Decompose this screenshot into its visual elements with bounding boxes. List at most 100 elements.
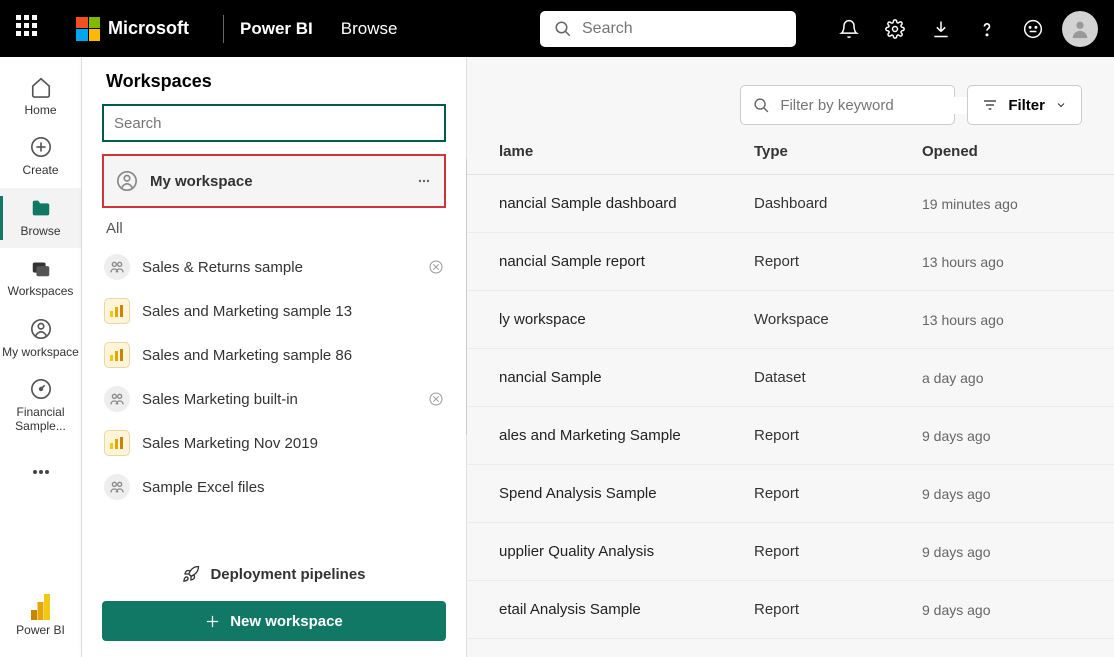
divider (223, 15, 224, 43)
cell-name: Spend Analysis Sample (499, 485, 754, 502)
notifications-icon[interactable] (826, 6, 872, 52)
workspace-my-workspace[interactable]: My workspace (102, 154, 446, 208)
grid-body: nancial Sample dashboardDashboard19 minu… (467, 175, 1114, 639)
top-header: Microsoft Power BI Browse (0, 0, 1114, 57)
col-name-header[interactable]: lame (499, 143, 754, 160)
folder-icon (29, 196, 53, 220)
new-workspace-button[interactable]: New workspace (102, 601, 446, 641)
filter-icon (982, 97, 998, 113)
workspace-item[interactable]: Sales & Returns sample (94, 245, 454, 289)
nav-power-bi[interactable]: Power BI (0, 587, 81, 647)
gauge-icon (29, 377, 53, 401)
cell-opened: 9 days ago (922, 428, 1082, 444)
filter-keyword-input[interactable] (740, 85, 955, 125)
workspace-list: Sales & Returns sample Sales and Marketin… (82, 245, 466, 551)
workspace-all-label: All (82, 220, 466, 245)
table-row[interactable]: nancial Sample reportReport13 hours ago (467, 233, 1114, 291)
cell-opened: 19 minutes ago (922, 196, 1082, 212)
workspace-item-label: Sample Excel files (142, 479, 265, 496)
app-icon (104, 342, 130, 368)
more-icon (29, 460, 53, 484)
workspace-item-label: Sales Marketing built-in (142, 391, 298, 408)
microsoft-logo: Microsoft (76, 17, 189, 41)
cell-name: nancial Sample (499, 369, 754, 386)
cell-opened: a day ago (922, 370, 1082, 386)
table-row[interactable]: etail Analysis SampleReport9 days ago (467, 581, 1114, 639)
cell-type: Report (754, 601, 922, 618)
table-row[interactable]: ales and Marketing SampleReport9 days ag… (467, 407, 1114, 465)
cell-name: etail Analysis Sample (499, 601, 754, 618)
workspaces-panel: Workspaces My workspace All Sales & Retu… (82, 57, 467, 657)
workspace-item-label: Sales and Marketing sample 13 (142, 303, 352, 320)
cell-opened: 9 days ago (922, 486, 1082, 502)
content-toolbar: Filter (467, 85, 1114, 143)
cell-opened: 9 days ago (922, 544, 1082, 560)
filter-button[interactable]: Filter (967, 85, 1082, 125)
workspace-search[interactable] (102, 104, 446, 142)
content-area: Filter lame Type Opened nancial Sample d… (467, 57, 1114, 657)
workspace-item-label: Sales & Returns sample (142, 259, 303, 276)
col-type-header[interactable]: Type (754, 143, 922, 160)
cell-name: ales and Marketing Sample (499, 427, 754, 444)
nav-my-workspace[interactable]: My workspace (0, 309, 81, 369)
org-name: Microsoft (108, 18, 189, 39)
table-row[interactable]: ly workspaceWorkspace13 hours ago (467, 291, 1114, 349)
app-launcher-icon[interactable] (16, 15, 44, 43)
nav-create[interactable]: Create (0, 127, 81, 187)
nav-home[interactable]: Home (0, 67, 81, 127)
plus-icon (205, 614, 220, 629)
nav-browse[interactable]: Browse (0, 188, 81, 248)
table-row[interactable]: nancial Sample dashboardDashboard19 minu… (467, 175, 1114, 233)
rocket-icon (182, 565, 200, 583)
search-icon (554, 20, 572, 38)
cell-type: Report (754, 253, 922, 270)
microsoft-icon (76, 17, 100, 41)
cell-name: nancial Sample report (499, 253, 754, 270)
premium-icon (428, 259, 444, 275)
table-row[interactable]: nancial SampleDataseta day ago (467, 349, 1114, 407)
workspace-item-label: Sales Marketing Nov 2019 (142, 435, 318, 452)
download-icon[interactable] (918, 6, 964, 52)
table-row[interactable]: upplier Quality AnalysisReport9 days ago (467, 523, 1114, 581)
app-icon (104, 298, 130, 324)
breadcrumb: Browse (341, 19, 398, 39)
person-circle-icon (29, 317, 53, 341)
workspace-search-input[interactable] (114, 115, 434, 132)
nav-financial-sample[interactable]: Financial Sample... (0, 369, 81, 444)
cell-opened: 9 days ago (922, 602, 1082, 618)
nav-workspaces[interactable]: Workspaces (0, 248, 81, 308)
more-icon[interactable] (416, 179, 432, 183)
global-search[interactable] (540, 11, 796, 47)
workspaces-title: Workspaces (82, 71, 466, 104)
feedback-icon[interactable] (1010, 6, 1056, 52)
power-bi-icon (29, 595, 53, 619)
people-icon (104, 474, 130, 500)
settings-icon[interactable] (872, 6, 918, 52)
search-icon (753, 97, 770, 114)
grid-header: lame Type Opened (467, 143, 1114, 175)
cell-opened: 13 hours ago (922, 312, 1082, 328)
cell-opened: 13 hours ago (922, 254, 1082, 270)
cell-type: Dataset (754, 369, 922, 386)
cell-name: ly workspace (499, 311, 754, 328)
workspace-item[interactable]: Sales Marketing built-in (94, 377, 454, 421)
deployment-pipelines-link[interactable]: Deployment pipelines (82, 551, 466, 601)
home-icon (29, 75, 53, 99)
workspace-item[interactable]: Sales and Marketing sample 13 (94, 289, 454, 333)
help-icon[interactable] (964, 6, 1010, 52)
plus-circle-icon (29, 135, 53, 159)
product-name: Power BI (240, 19, 313, 39)
nav-more[interactable] (0, 444, 81, 504)
table-row[interactable]: Spend Analysis SampleReport9 days ago (467, 465, 1114, 523)
workspace-item[interactable]: Sample Excel files (94, 465, 454, 509)
workspace-item[interactable]: Sales Marketing Nov 2019 (94, 421, 454, 465)
cell-type: Report (754, 427, 922, 444)
workspace-item[interactable]: Sales and Marketing sample 86 (94, 333, 454, 377)
nav-rail: Home Create Browse Workspaces My workspa… (0, 57, 82, 657)
col-opened-header[interactable]: Opened (922, 143, 1082, 160)
chevron-down-icon (1055, 99, 1067, 111)
search-input[interactable] (582, 20, 789, 38)
workspace-item-label: Sales and Marketing sample 86 (142, 347, 352, 364)
avatar[interactable] (1062, 11, 1098, 47)
workspaces-icon (29, 256, 53, 280)
